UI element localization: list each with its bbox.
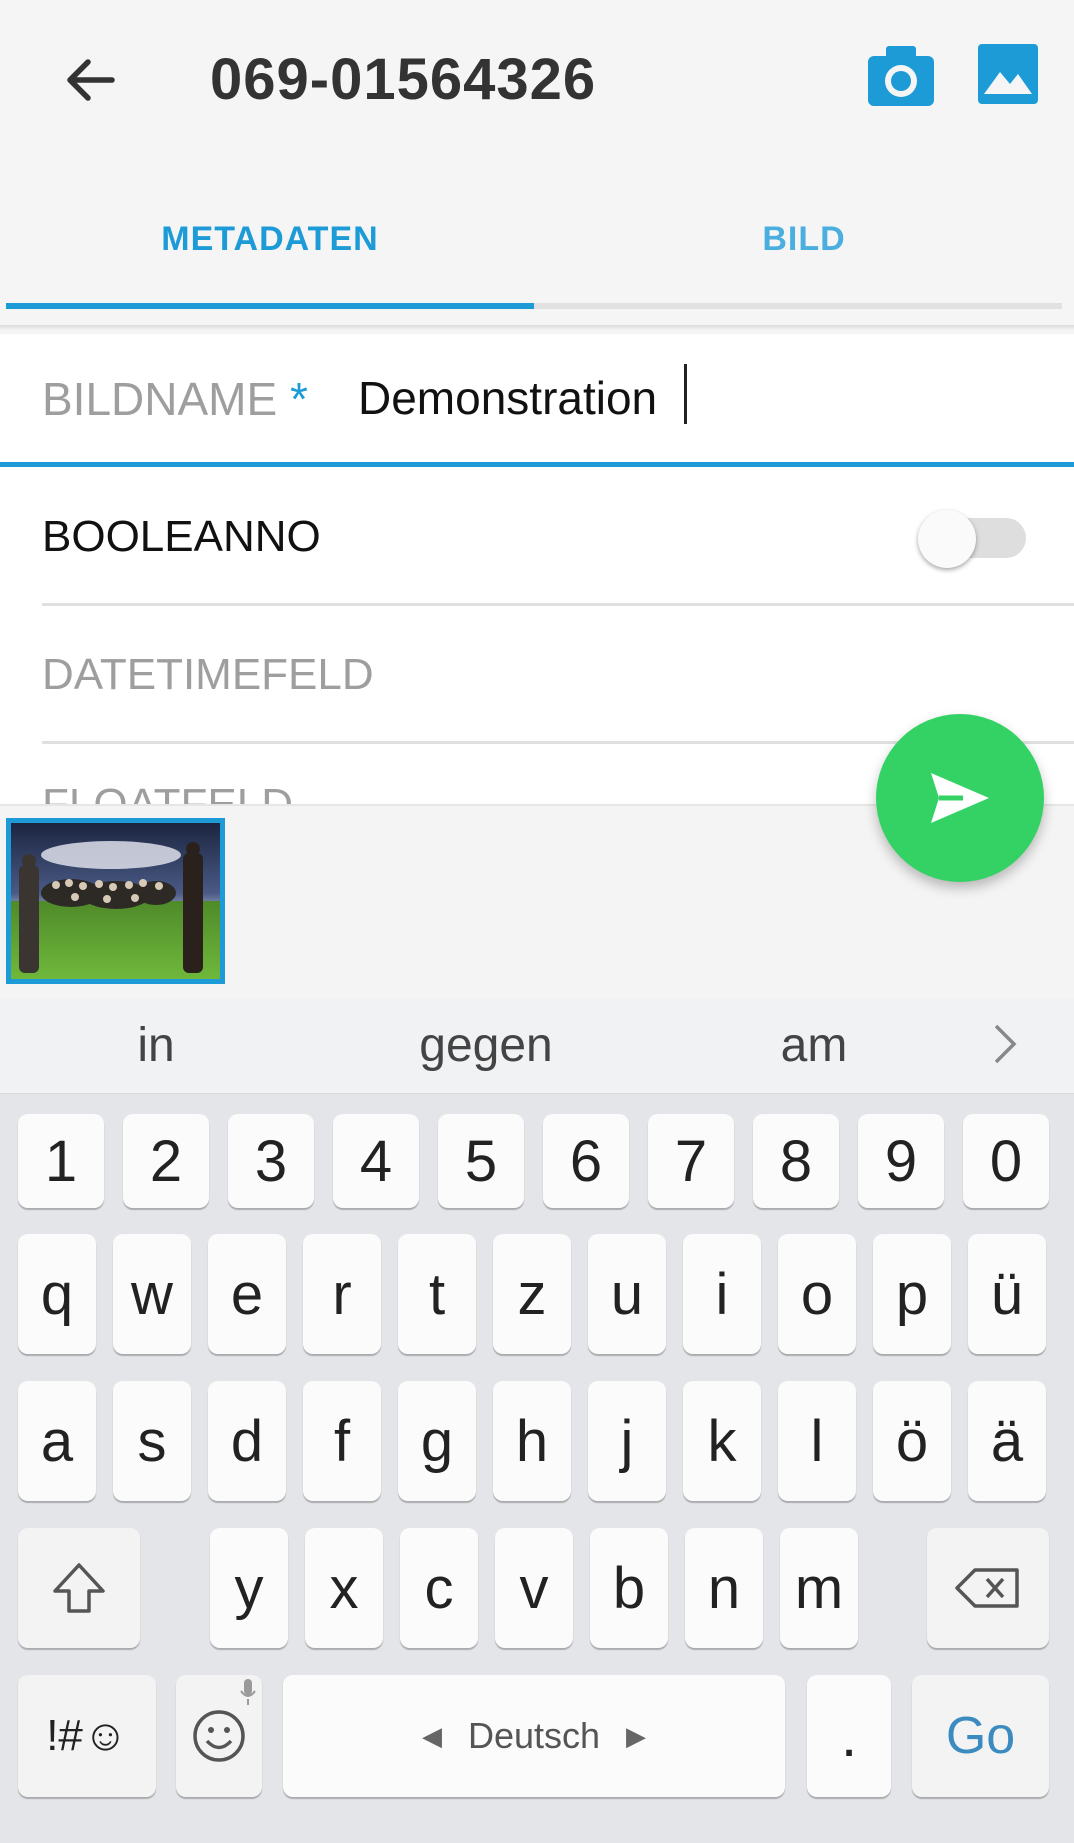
soft-keyboard: in gegen am 1 2 3 4 5 6 7 8 9 0 q w e r … [0, 998, 1074, 1843]
more-suggestions-button[interactable] [990, 1022, 1020, 1071]
key[interactable]: g [398, 1381, 476, 1501]
send-icon [931, 773, 989, 823]
bildname-underline [0, 462, 1074, 467]
gallery-button[interactable] [978, 44, 1038, 104]
datetimefeld-field[interactable]: DATETIMEFELD [42, 650, 374, 700]
key[interactable]: e [208, 1234, 286, 1354]
symbols-key[interactable]: !#☺ [18, 1675, 156, 1797]
emoji-key[interactable] [176, 1675, 262, 1797]
back-button[interactable] [55, 40, 125, 120]
key[interactable]: x [305, 1528, 383, 1648]
bildname-input[interactable] [358, 368, 1038, 428]
suggestion-bar: in gegen am [0, 998, 1074, 1094]
key[interactable]: n [685, 1528, 763, 1648]
divider [42, 603, 1074, 606]
bildname-label: BILDNAME * [42, 372, 308, 426]
period-key[interactable]: . [807, 1675, 891, 1797]
key[interactable]: 2 [123, 1114, 209, 1208]
key[interactable]: c [400, 1528, 478, 1648]
bildname-label-text: BILDNAME [42, 373, 278, 425]
backspace-key[interactable] [927, 1528, 1049, 1648]
chevron-left-icon: ◀ [421, 1720, 442, 1751]
key[interactable]: l [778, 1381, 856, 1501]
key[interactable]: a [18, 1381, 96, 1501]
key[interactable]: i [683, 1234, 761, 1354]
microphone-icon [240, 1679, 256, 1705]
key[interactable]: b [590, 1528, 668, 1648]
key[interactable]: h [493, 1381, 571, 1501]
photo-preview [11, 823, 220, 979]
app-bar: 069-01564326 [0, 0, 1074, 160]
chevron-right-icon: ▶ [626, 1720, 647, 1751]
key[interactable]: s [113, 1381, 191, 1501]
booleanno-label: BOOLEANNO [42, 512, 321, 561]
key[interactable]: 0 [963, 1114, 1049, 1208]
suggestion-item[interactable]: gegen [386, 1018, 586, 1073]
image-thumbnail[interactable] [6, 818, 225, 984]
tab-metadaten[interactable]: METADATEN [0, 220, 540, 270]
key[interactable]: y [210, 1528, 288, 1648]
key[interactable]: 5 [438, 1114, 524, 1208]
arrow-back-icon [67, 59, 115, 101]
key[interactable]: 9 [858, 1114, 944, 1208]
page-title: 069-01564326 [210, 47, 597, 112]
key[interactable]: o [778, 1234, 856, 1354]
shift-icon [53, 1563, 105, 1613]
key[interactable]: d [208, 1381, 286, 1501]
key[interactable]: q [18, 1234, 96, 1354]
key[interactable]: j [588, 1381, 666, 1501]
suggestion-item[interactable]: in [56, 1018, 256, 1073]
camera-icon [868, 46, 934, 106]
go-key[interactable]: Go [912, 1675, 1049, 1797]
key[interactable]: 7 [648, 1114, 734, 1208]
key[interactable]: t [398, 1234, 476, 1354]
key[interactable]: w [113, 1234, 191, 1354]
key[interactable]: 6 [543, 1114, 629, 1208]
key[interactable]: ä [968, 1381, 1046, 1501]
image-gallery-icon [978, 44, 1038, 104]
floatfeld-field[interactable]: FLOATFELD [42, 780, 293, 804]
key[interactable]: 8 [753, 1114, 839, 1208]
key[interactable]: ö [873, 1381, 951, 1501]
key[interactable]: v [495, 1528, 573, 1648]
key[interactable]: k [683, 1381, 761, 1501]
booleanno-toggle-knob[interactable] [918, 510, 976, 568]
camera-button[interactable] [866, 44, 936, 108]
tab-bild[interactable]: BILD [534, 220, 1074, 270]
backspace-icon [955, 1568, 1019, 1608]
send-button[interactable] [876, 714, 1044, 882]
tab-shadow [0, 325, 1074, 331]
key[interactable]: f [303, 1381, 381, 1501]
key[interactable]: 4 [333, 1114, 419, 1208]
key[interactable]: 3 [228, 1114, 314, 1208]
chevron-right-icon [994, 1024, 1017, 1064]
text-cursor [684, 364, 687, 424]
space-key-label: Deutsch [467, 1715, 601, 1756]
key[interactable]: r [303, 1234, 381, 1354]
tab-bar: METADATEN BILD [0, 160, 1074, 331]
space-key[interactable]: ◀ Deutsch ▶ [283, 1675, 785, 1797]
tab-indicator [6, 303, 534, 309]
key[interactable]: z [493, 1234, 571, 1354]
suggestion-item[interactable]: am [714, 1018, 914, 1073]
key[interactable]: m [780, 1528, 858, 1648]
key[interactable]: ü [968, 1234, 1046, 1354]
key[interactable]: p [873, 1234, 951, 1354]
key[interactable]: u [588, 1234, 666, 1354]
key[interactable]: 1 [18, 1114, 104, 1208]
required-marker: * [289, 373, 308, 425]
emoji-icon [193, 1710, 245, 1762]
shift-key[interactable] [18, 1528, 140, 1648]
